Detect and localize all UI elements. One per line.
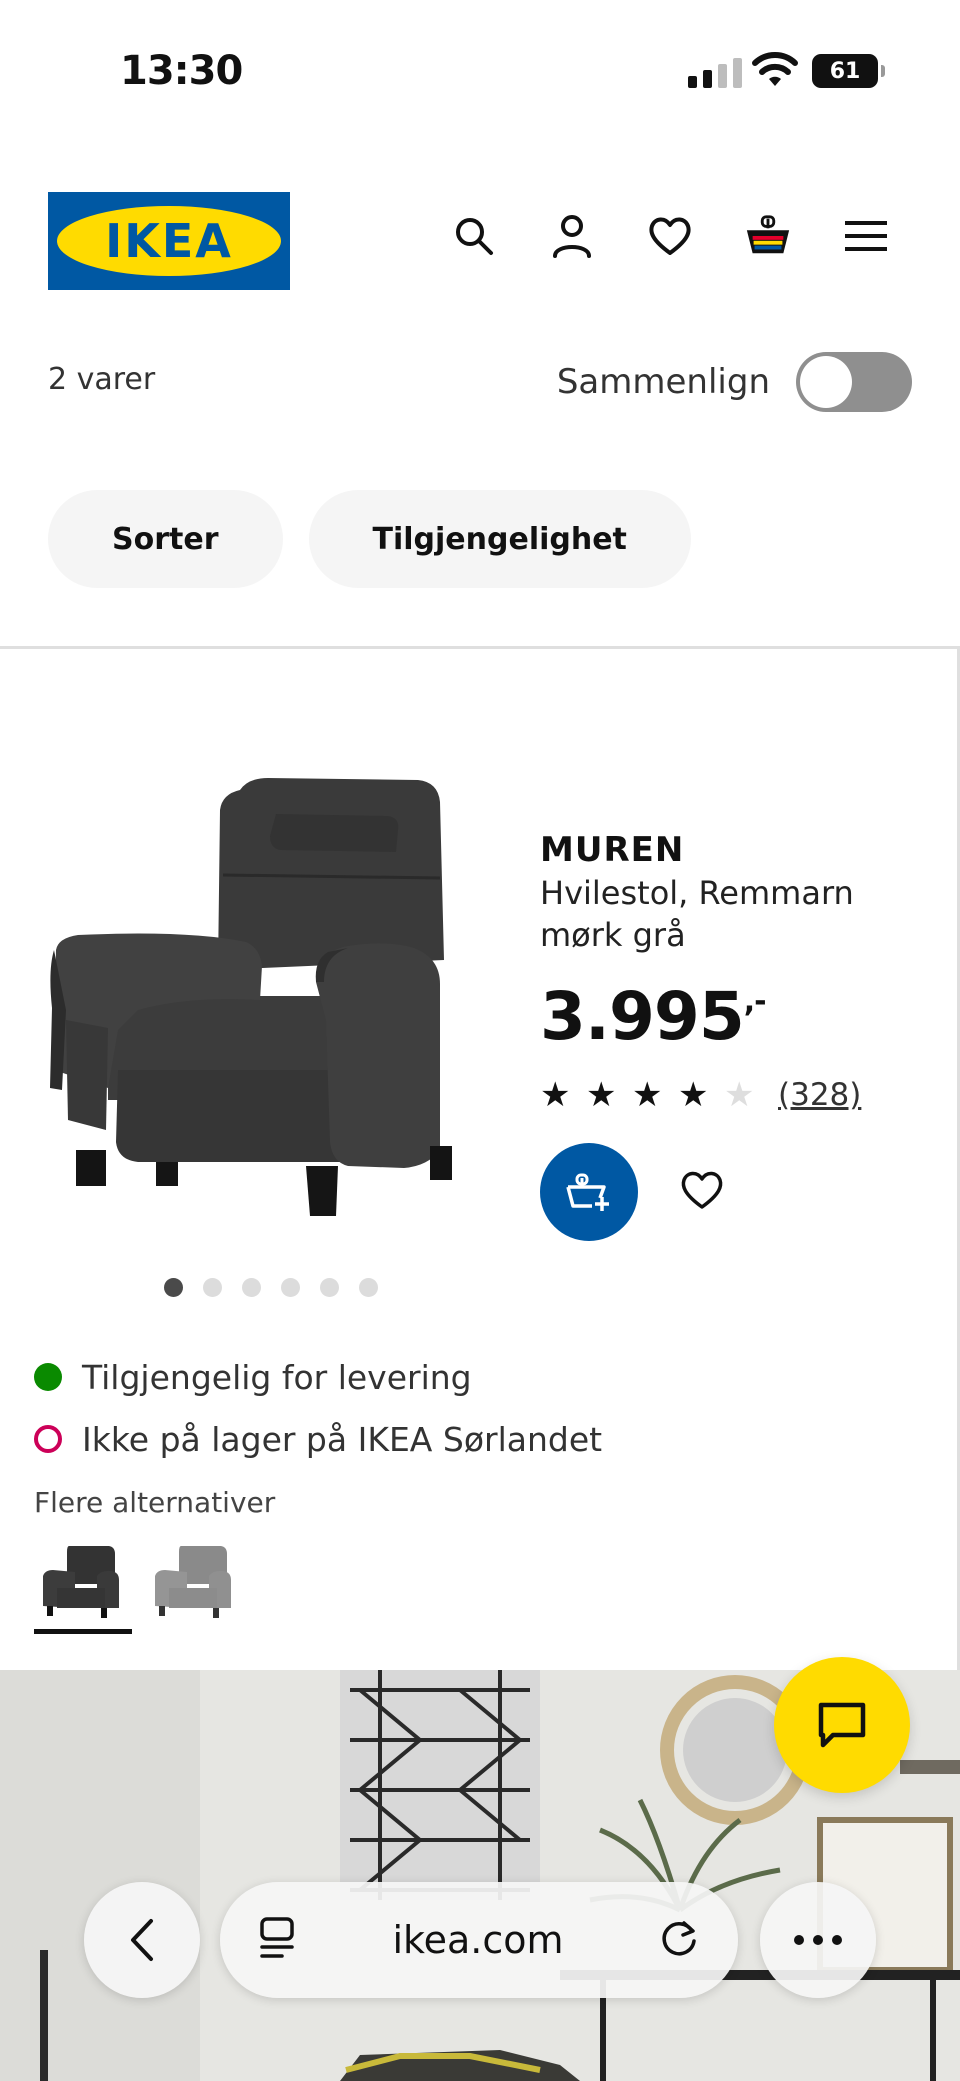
product-rating[interactable]: ★ ★ ★ ★ ★ (328)	[540, 1075, 920, 1115]
compare-label: Sammenlign	[556, 362, 770, 402]
favorite-heart-icon[interactable]	[680, 1170, 724, 1214]
review-count-link[interactable]: (328)	[778, 1077, 861, 1113]
star-icon: ★	[632, 1075, 663, 1115]
compare-toggle[interactable]	[796, 352, 912, 412]
filter-bar: Sorter Tilgjengelighet	[48, 490, 691, 588]
result-count: 2 varer	[48, 362, 156, 397]
available-status-icon	[34, 1363, 62, 1391]
product-image[interactable]	[48, 770, 508, 1250]
availability-delivery: Tilgjengelig for levering	[34, 1346, 602, 1408]
chat-button[interactable]	[774, 1657, 910, 1793]
more-dots-icon	[794, 1935, 842, 1945]
out-of-stock-status-icon	[34, 1425, 62, 1453]
star-empty-icon: ★	[724, 1075, 755, 1115]
logo-text: IKEA	[105, 214, 233, 268]
star-icon: ★	[540, 1075, 571, 1115]
star-icon: ★	[678, 1075, 709, 1115]
toggle-knob	[800, 356, 852, 408]
star-icon: ★	[586, 1075, 617, 1115]
carousel-dot[interactable]	[359, 1278, 378, 1297]
product-actions	[540, 1143, 920, 1241]
search-icon[interactable]	[450, 212, 498, 260]
header-actions	[450, 212, 890, 260]
chevron-left-icon	[131, 1919, 153, 1961]
add-to-basket-icon	[566, 1173, 609, 1211]
price-suffix: ,-	[743, 984, 767, 1019]
chat-icon	[818, 1702, 866, 1748]
compare-control: Sammenlign	[557, 352, 912, 412]
carousel-dot[interactable]	[164, 1278, 183, 1297]
reload-icon[interactable]	[658, 1917, 700, 1963]
ikea-logo[interactable]: IKEA	[48, 192, 290, 290]
address-bar[interactable]: ikea.com	[220, 1882, 738, 1998]
menu-icon[interactable]	[842, 212, 890, 260]
url-text[interactable]: ikea.com	[392, 1918, 563, 1962]
user-icon[interactable]	[548, 212, 596, 260]
status-bar: 13:30 61	[0, 0, 960, 140]
add-to-cart-button[interactable]	[540, 1143, 638, 1241]
carousel-dot[interactable]	[320, 1278, 339, 1297]
image-carousel-dots	[164, 1278, 378, 1297]
availability-text: Tilgjengelig for levering	[82, 1357, 472, 1397]
tab-overview-icon[interactable]	[258, 1916, 298, 1964]
variant-light-grey[interactable]	[146, 1530, 244, 1630]
availability-filter-button[interactable]: Tilgjengelighet	[308, 490, 691, 588]
carousel-dot[interactable]	[281, 1278, 300, 1297]
carousel-dot[interactable]	[242, 1278, 261, 1297]
availability-list: Tilgjengelig for levering Ikke på lager …	[34, 1346, 602, 1470]
cellular-signal-icon	[688, 56, 742, 88]
browser-more-button[interactable]	[760, 1882, 876, 1998]
wifi-icon	[752, 52, 798, 92]
availability-text: Ikke på lager på IKEA Sørlandet	[82, 1419, 603, 1459]
price-value: 3.995	[540, 978, 745, 1055]
variant-selector	[34, 1530, 244, 1634]
sort-button[interactable]: Sorter	[48, 490, 283, 588]
heart-icon[interactable]	[646, 212, 694, 260]
variant-dark-grey[interactable]	[34, 1530, 132, 1634]
product-price: 3.995,-	[540, 978, 920, 1055]
basket-icon[interactable]	[744, 212, 792, 260]
battery-icon: 61	[812, 54, 885, 88]
product-description[interactable]: Hvilestol, Remmarn mørk grå	[540, 872, 920, 956]
availability-store: Ikke på lager på IKEA Sørlandet	[34, 1408, 602, 1470]
product-name[interactable]: MUREN	[540, 830, 920, 870]
more-options-label: Flere alternativer	[34, 1486, 276, 1519]
status-time: 13:30	[120, 48, 243, 94]
divider	[0, 646, 960, 649]
site-header: IKEA	[0, 192, 960, 292]
browser-back-button[interactable]	[84, 1882, 200, 1998]
carousel-dot[interactable]	[203, 1278, 222, 1297]
product-info: MUREN Hvilestol, Remmarn mørk grå 3.995,…	[540, 830, 920, 1241]
